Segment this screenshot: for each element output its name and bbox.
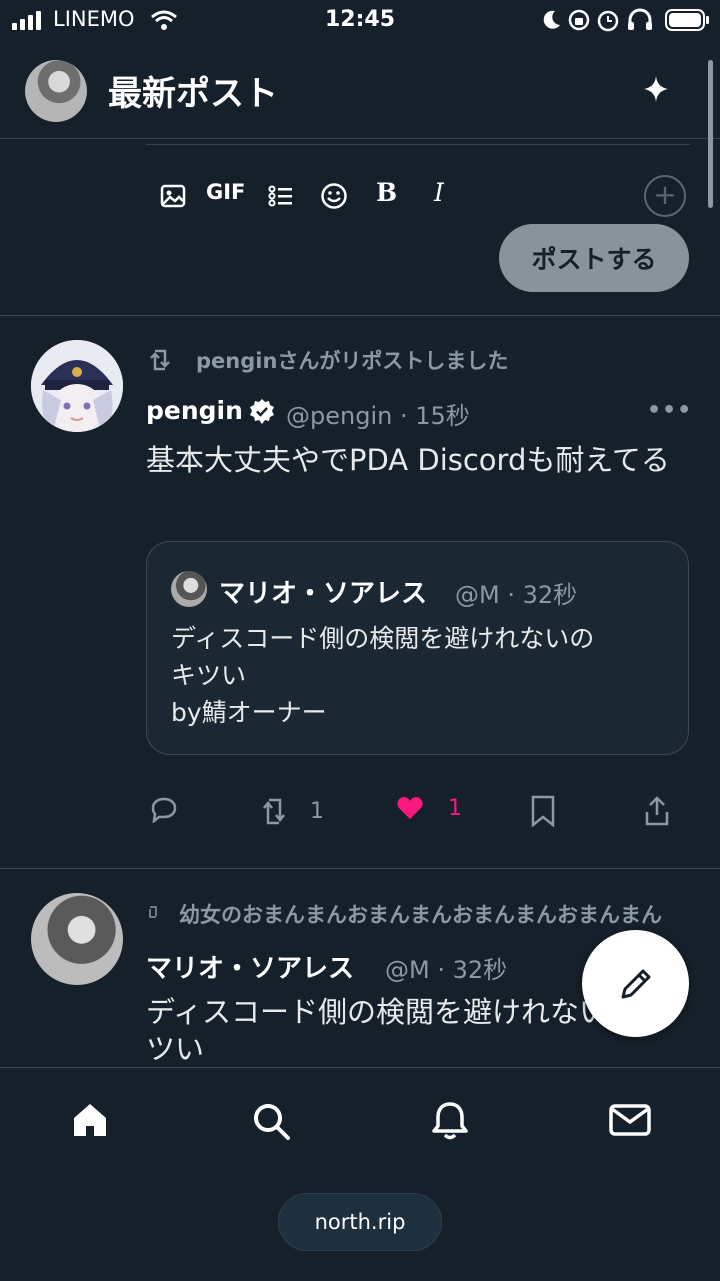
author-handle-time: @pengin · 15秒 [286, 402, 470, 430]
messages-icon[interactable] [608, 1100, 652, 1140]
repost-count: 1 [310, 798, 324, 824]
home-icon[interactable] [70, 1100, 110, 1140]
headphones-icon [628, 8, 652, 30]
gif-button[interactable]: GIF [206, 180, 245, 204]
heart-icon [397, 797, 423, 819]
repost-icon [150, 349, 170, 371]
app-header: 最新ポスト [0, 40, 720, 138]
tweet-text: 基本大丈夫やでPDA Discordも耐えてる [146, 443, 670, 477]
notifications-icon[interactable] [430, 1100, 470, 1142]
alarm-icon [597, 10, 619, 32]
composer-divider-bottom [0, 315, 720, 316]
repost-button[interactable]: 1 [262, 795, 324, 827]
avatar[interactable] [31, 340, 123, 432]
page-title: 最新ポスト [108, 74, 278, 114]
bookmark-icon [531, 795, 555, 827]
like-count: 1 [448, 795, 462, 821]
image-icon[interactable] [160, 183, 186, 209]
quoted-tweet-line: ディスコード側の検閲を避けれないの [171, 624, 595, 653]
status-bar: LINEMO 12:45 [0, 0, 720, 40]
more-options-icon[interactable]: ••• [647, 398, 692, 423]
pencil-icon [621, 969, 650, 998]
author-name[interactable]: pengin [146, 396, 243, 425]
share-button[interactable] [644, 795, 670, 827]
compose-button[interactable] [582, 930, 689, 1037]
repost-icon [263, 798, 285, 825]
tweet-divider [0, 868, 720, 869]
quoted-tweet[interactable]: マリオ・ソアレス @M · 32秒 ディスコード側の検閲を避けれないの キツい … [146, 541, 689, 755]
repost-icon [149, 906, 157, 918]
verified-badge-icon [250, 399, 274, 424]
post-button[interactable]: ポストする [499, 224, 689, 292]
reply-button[interactable] [150, 795, 178, 823]
author-handle-time: @M · 32秒 [385, 956, 508, 984]
avatar[interactable] [31, 893, 123, 985]
repost-label: 幼女のおまんまんおまんまんおまんまんおまんまん [179, 903, 662, 927]
quoted-tweet-line: by鯖オーナー [171, 698, 327, 727]
bookmark-button[interactable] [530, 795, 556, 827]
quoted-tweet-text: ディスコード側の検閲を避けれないの キツい by鯖オーナー [171, 620, 671, 731]
author-name[interactable]: マリオ・ソアレス [146, 948, 354, 985]
rotation-lock-icon [568, 9, 590, 31]
reply-icon [151, 797, 177, 823]
italic-button[interactable]: I [434, 178, 444, 207]
emoji-icon[interactable] [320, 182, 348, 210]
header-divider [0, 138, 720, 139]
profile-avatar[interactable] [25, 60, 87, 122]
composer-divider [146, 144, 690, 145]
scrollbar[interactable] [708, 60, 713, 208]
list-icon[interactable] [268, 183, 294, 209]
tweet-actions: 1 1 [0, 795, 720, 835]
search-icon[interactable] [250, 1100, 292, 1142]
avatar [171, 571, 207, 607]
moon-icon [543, 10, 560, 29]
add-thread-button[interactable]: + [644, 175, 686, 217]
like-button[interactable]: 1 [396, 795, 462, 821]
battery-icon [665, 9, 709, 31]
url-bar[interactable]: north.rip [278, 1193, 442, 1251]
author-name: マリオ・ソアレス [219, 579, 428, 609]
author-handle-time: @M · 32秒 [455, 581, 578, 609]
share-icon [645, 796, 669, 826]
quoted-tweet-line: キツい [171, 661, 247, 690]
repost-label: penginさんがリポストしました [196, 349, 509, 373]
bold-button[interactable]: B [376, 178, 397, 207]
sparkle-icon[interactable] [642, 74, 670, 104]
